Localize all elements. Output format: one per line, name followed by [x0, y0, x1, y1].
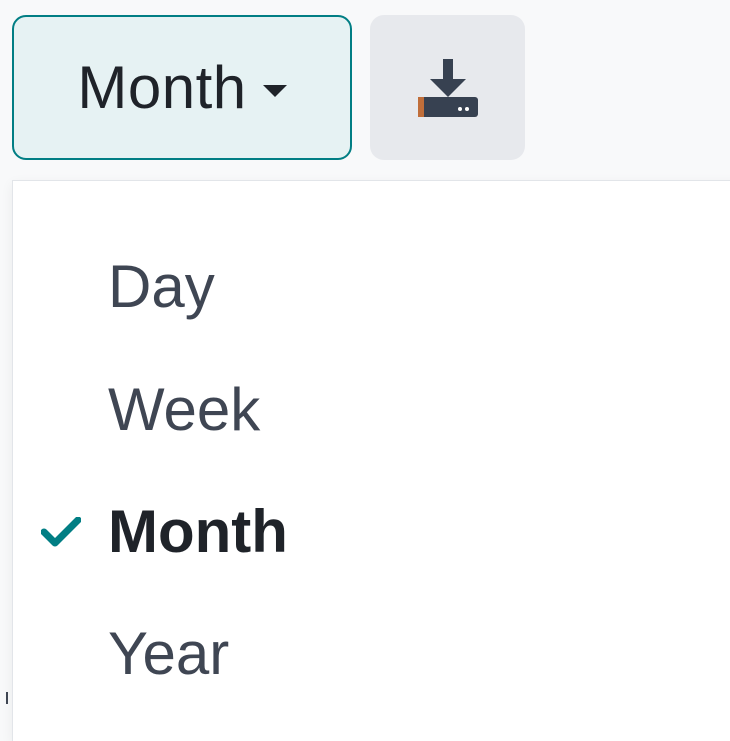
download-icon [417, 58, 478, 117]
period-dropdown-menu: Day Week Month Year [12, 180, 730, 741]
menu-item-day[interactable]: Day [13, 236, 730, 336]
menu-item-label: Week [108, 375, 261, 443]
menu-item-label: Year [108, 619, 230, 687]
period-selector-button[interactable]: Month [12, 15, 352, 160]
download-button[interactable] [370, 15, 525, 160]
menu-item-label: Day [108, 252, 215, 320]
menu-item-week[interactable]: Week [13, 359, 730, 459]
menu-item-year[interactable]: Year [13, 603, 730, 703]
caret-down-icon [262, 84, 287, 97]
menu-item-label: Month [108, 497, 288, 565]
toolbar: Month [0, 0, 730, 180]
window-edge-divider [6, 692, 8, 704]
menu-item-month[interactable]: Month [13, 481, 730, 581]
period-selector-label: Month [77, 54, 247, 121]
check-icon [41, 517, 81, 547]
